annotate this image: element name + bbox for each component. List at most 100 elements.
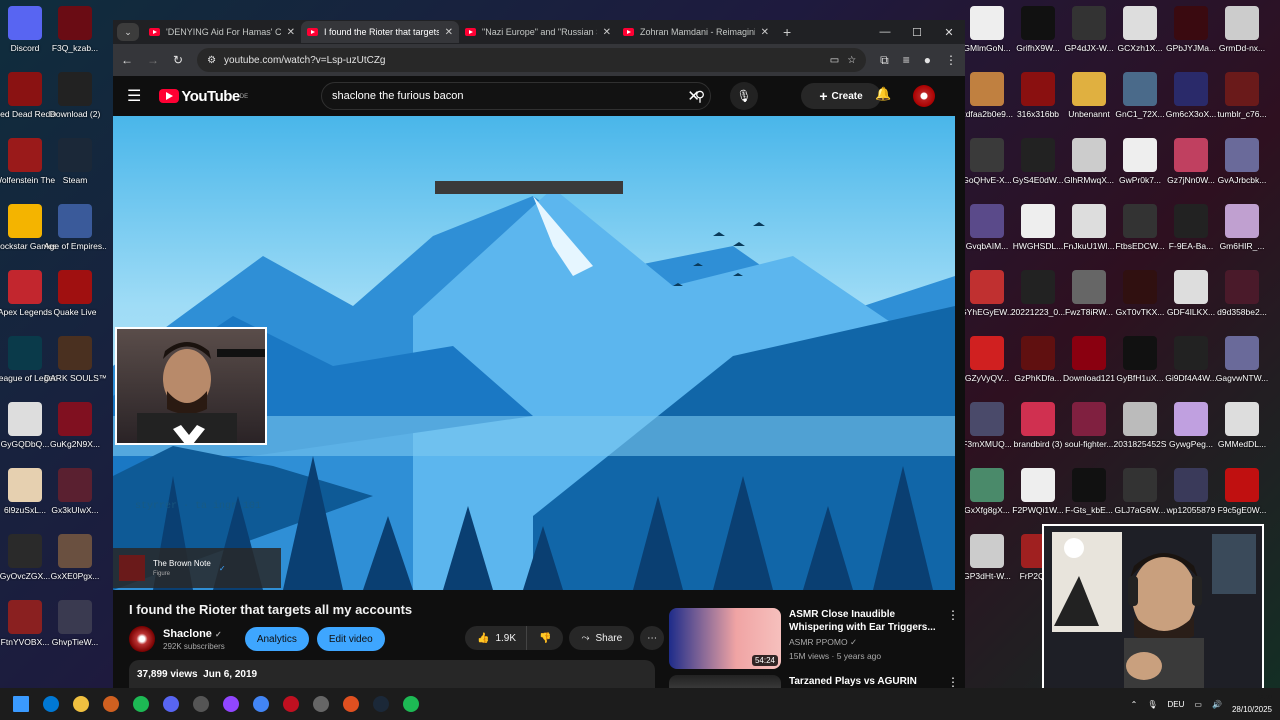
taskbar-app-icon[interactable] <box>156 689 186 719</box>
browser-tab-active[interactable]: I found the Rioter that targets a ✕ <box>301 21 459 43</box>
desktop-icon[interactable]: GrmDd-nx... <box>1212 2 1272 68</box>
taskbar-app-icon[interactable] <box>126 689 156 719</box>
more-options-icon[interactable]: ⋮ <box>947 675 959 688</box>
browser-tab[interactable]: Zohran Mamdani - Reimagining ✕ <box>617 21 775 43</box>
search-icon[interactable]: ⚲ <box>686 82 714 110</box>
minimize-button[interactable]: — <box>869 20 901 44</box>
suggested-video[interactable]: 54:24 ASMR Close Inaudible Whispering wi… <box>669 608 959 669</box>
close-tab-icon[interactable]: ✕ <box>761 27 769 38</box>
youtube-logo[interactable]: YouTube DE <box>159 88 248 105</box>
share-button[interactable]: ⤳ Share <box>569 626 635 650</box>
dislike-button[interactable]: 👎 <box>526 626 564 650</box>
music-attribution[interactable]: The Brown Note Figure ✓ <box>113 548 281 588</box>
maximize-button[interactable]: ☐ <box>901 20 933 44</box>
browser-tab[interactable]: "Nazi Europe" and "Russian Sur✕ <box>459 21 617 43</box>
menu-dots-icon[interactable]: ⋮ <box>945 53 957 67</box>
tray-chevron-icon[interactable]: ⌃ <box>1131 700 1138 709</box>
like-button[interactable]: 👍 1.9K <box>465 626 527 650</box>
file-thumbnail <box>1072 72 1106 106</box>
channel-avatar[interactable] <box>129 626 155 652</box>
video-thumbnail[interactable] <box>669 675 781 688</box>
bookmark-star-icon[interactable]: ☆ <box>847 55 856 66</box>
video-thumbnail[interactable]: 54:24 <box>669 608 781 669</box>
desktop-icon[interactable]: F9c5gE0W... <box>1212 464 1272 530</box>
taskbar-app-icon[interactable] <box>246 689 276 719</box>
desktop-icon[interactable]: GvAJrbcbk... <box>1212 134 1272 200</box>
avatar[interactable] <box>913 85 935 107</box>
desktop-icon[interactable]: DARK SOULS™ I... <box>44 332 106 398</box>
reading-list-icon[interactable]: ≡ <box>903 53 910 67</box>
network-icon[interactable]: ▭ <box>1194 700 1202 709</box>
microphone-tray-icon[interactable]: 🎙 <box>1147 700 1157 709</box>
forward-icon[interactable]: → <box>147 53 159 67</box>
desktop-icon[interactable]: Gm6HIR_... <box>1212 200 1272 266</box>
app-icon <box>58 204 92 238</box>
desktop-icon[interactable]: GMMedDL... <box>1212 398 1272 464</box>
close-tab-icon[interactable]: ✕ <box>445 27 453 38</box>
taskbar-app-icon[interactable] <box>366 689 396 719</box>
browser-tab[interactable]: 'DENYING Aid For Hamas' Crim✕ <box>143 21 301 43</box>
desktop-icon[interactable]: tumblr_c76... <box>1212 68 1272 134</box>
app-glyph <box>223 696 239 712</box>
desktop-icon[interactable]: Gx3kUIwX... <box>45 464 105 530</box>
taskbar-app-icon[interactable] <box>336 689 366 719</box>
desktop-icon-label: GagvwNTW... <box>1215 373 1269 383</box>
taskbar-app-icon[interactable] <box>216 689 246 719</box>
taskbar-app-icon[interactable] <box>36 689 66 719</box>
notifications-bell-icon[interactable]: 🔔 <box>875 86 891 102</box>
language-indicator[interactable]: DEU <box>1168 700 1185 709</box>
more-actions-button[interactable]: ⋯ <box>640 626 665 650</box>
start-button[interactable] <box>6 689 36 719</box>
tab-search-button[interactable]: ⌄ <box>117 23 139 41</box>
youtube-favicon-icon <box>307 28 318 36</box>
desktop-icon[interactable]: Steam <box>45 134 105 200</box>
close-window-button[interactable]: ✕ <box>933 20 965 44</box>
more-options-icon[interactable]: ⋮ <box>947 608 959 669</box>
analytics-button[interactable]: Analytics <box>244 627 309 651</box>
desktop-icon[interactable]: F3Q_kzab... <box>45 2 105 68</box>
taskbar-app-icon[interactable] <box>276 689 306 719</box>
streamer-webcam <box>1042 524 1264 698</box>
desktop-icon[interactable]: Age of Empires... <box>44 200 106 266</box>
desktop-icon[interactable]: d9d358be2... <box>1212 266 1272 332</box>
file-thumbnail <box>970 468 1004 502</box>
extensions-icon[interactable]: ⧉ <box>880 53 889 68</box>
suggested-video[interactable]: Tarzaned Plays vs AGURIN ⋮ <box>669 675 959 688</box>
desktop-icon[interactable]: Download (2) <box>45 68 105 134</box>
taskbar-app-icon[interactable] <box>396 689 426 719</box>
new-tab-button[interactable]: + <box>783 24 791 40</box>
site-info-icon[interactable]: ⚙ <box>207 55 216 66</box>
channel-name[interactable]: Shaclone ✓ <box>163 628 225 640</box>
taskbar-app-icon[interactable] <box>186 689 216 719</box>
microphone-icon[interactable]: 🎙 <box>730 82 758 110</box>
create-button[interactable]: + Create <box>801 83 881 109</box>
desktop-icon[interactable]: Quake Live <box>45 266 105 332</box>
file-thumbnail <box>1174 138 1208 172</box>
file-thumbnail <box>1072 204 1106 238</box>
description-box[interactable]: 37,899 views Jun 6, 2019 <box>129 660 655 688</box>
desktop-icon[interactable]: GuKg2N9X... <box>45 398 105 464</box>
desktop-icon[interactable]: GhvpTieW... <box>45 596 105 662</box>
app-glyph <box>163 696 179 712</box>
close-tab-icon[interactable]: ✕ <box>603 27 611 38</box>
app-glyph <box>403 696 419 712</box>
taskbar-app-icon[interactable] <box>306 689 336 719</box>
video-player[interactable]: styrrer · ta ingr 101 The Brown Note Fig… <box>113 116 955 590</box>
search-input[interactable]: shaclone the furious bacon ✕ <box>321 82 711 110</box>
clock[interactable]: 12:00 28/10/2025 <box>1232 693 1272 715</box>
file-thumbnail <box>1021 270 1055 304</box>
cast-icon[interactable]: ▭ <box>830 55 839 66</box>
taskbar-app-icon[interactable] <box>66 689 96 719</box>
reload-icon[interactable]: ↻ <box>173 53 183 67</box>
taskbar-app-icon[interactable] <box>96 689 126 719</box>
edit-video-button[interactable]: Edit video <box>316 627 385 651</box>
back-icon[interactable]: ← <box>121 53 133 67</box>
app-icon <box>58 6 92 40</box>
url-field[interactable]: ⚙ youtube.com/watch?v=Lsp-uzUtCZg ▭ ☆ <box>197 48 867 72</box>
hamburger-menu-icon[interactable]: ☰ <box>127 86 141 106</box>
close-tab-icon[interactable]: ✕ <box>287 27 295 38</box>
volume-icon[interactable]: 🔊 <box>1212 700 1222 709</box>
profile-icon[interactable]: ● <box>924 53 931 67</box>
desktop-icon[interactable]: GxXE0Pgx... <box>45 530 105 596</box>
desktop-icon[interactable]: GagvwNTW... <box>1212 332 1272 398</box>
